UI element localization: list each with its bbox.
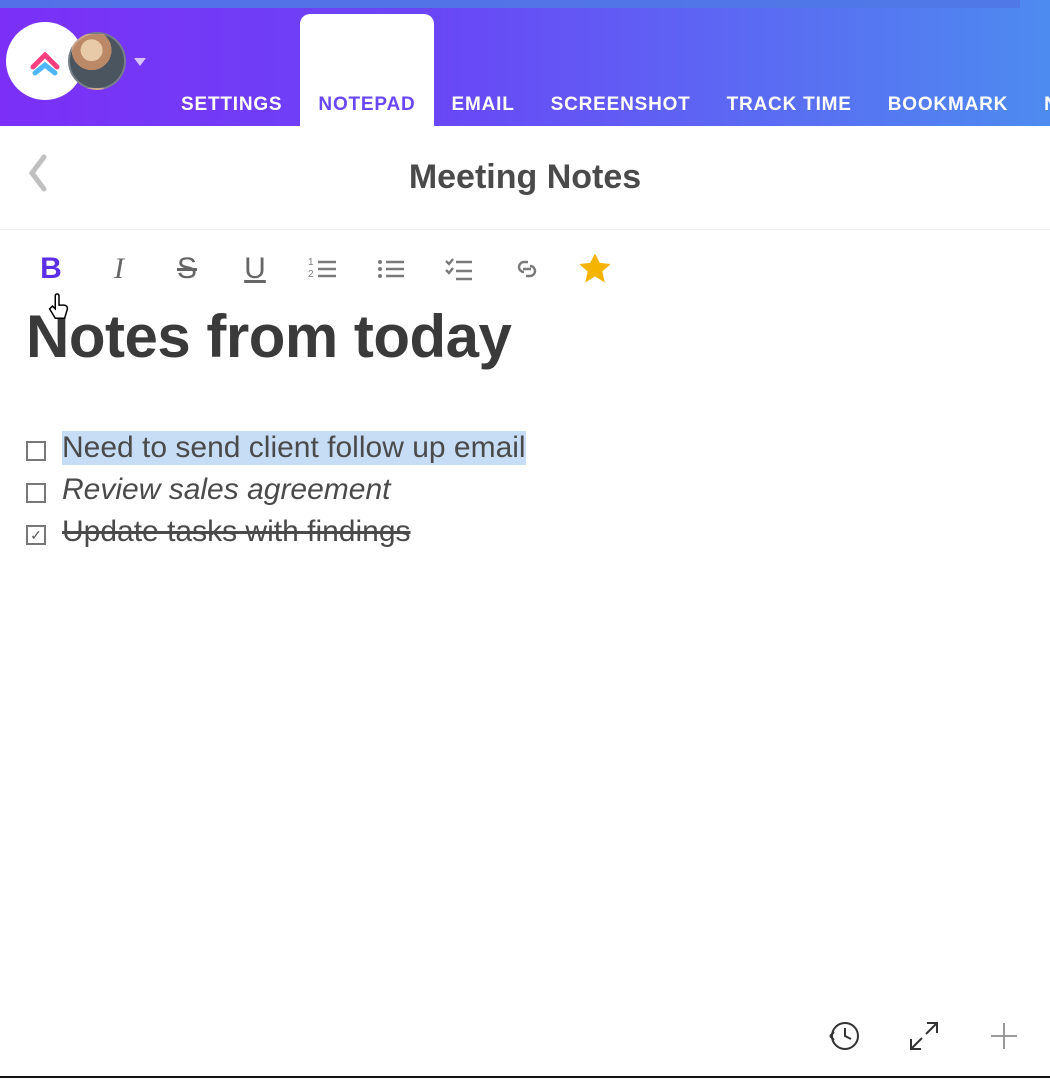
- workspace-switcher[interactable]: [0, 0, 8, 126]
- nav-tab-bookmark[interactable]: BOOKMARK: [870, 0, 1026, 126]
- user-avatar[interactable]: [68, 32, 126, 90]
- format-toolbar: B I S U 12: [0, 230, 1050, 296]
- expand-button[interactable]: [904, 1016, 944, 1056]
- checkbox-icon[interactable]: [26, 441, 46, 461]
- nav-tab-email[interactable]: EMAIL: [434, 0, 533, 126]
- bold-button[interactable]: B: [34, 252, 68, 286]
- nav-label: TRACK TIME: [727, 94, 852, 116]
- checklist-item[interactable]: Update tasks with findings: [26, 515, 1024, 549]
- note-heading[interactable]: Notes from today: [26, 302, 1024, 371]
- checklist: Need to send client follow up email Revi…: [26, 431, 1024, 549]
- nav-tab-track-time[interactable]: TRACK TIME: [709, 0, 870, 126]
- favorite-star-button[interactable]: [578, 252, 612, 286]
- nav-label: SETTINGS: [181, 94, 282, 116]
- nav-tab-screenshot[interactable]: SCREENSHOT: [533, 0, 709, 126]
- unordered-list-button[interactable]: [374, 252, 408, 286]
- underline-button[interactable]: U: [238, 252, 272, 286]
- nav-tab-new-task[interactable]: NEW TASK: [1026, 0, 1050, 126]
- checklist-text[interactable]: Need to send client follow up email: [62, 431, 526, 465]
- nav-tab-settings[interactable]: SETTINGS: [163, 0, 300, 126]
- ordered-list-button[interactable]: 12: [306, 252, 340, 286]
- history-button[interactable]: [824, 1016, 864, 1056]
- svg-text:1: 1: [308, 257, 314, 268]
- bottom-border: [0, 1076, 1050, 1078]
- nav-label: NEW TASK: [1044, 94, 1050, 116]
- nav-label: EMAIL: [452, 94, 515, 116]
- italic-button[interactable]: I: [102, 252, 136, 286]
- checkbox-icon[interactable]: [26, 525, 46, 545]
- nav-label: NOTEPAD: [318, 94, 415, 116]
- nav-tab-notepad[interactable]: NOTEPAD: [300, 14, 433, 126]
- nav-label: BOOKMARK: [888, 94, 1008, 116]
- page-title: Meeting Notes: [0, 158, 1050, 197]
- checklist-item[interactable]: Need to send client follow up email: [26, 431, 1024, 465]
- checklist-text[interactable]: Update tasks with findings: [62, 515, 411, 549]
- checklist-text[interactable]: Review sales agreement: [62, 473, 391, 507]
- back-button[interactable]: [24, 153, 52, 203]
- top-nav: SETTINGS NOTEPAD EMAIL SCREENSHOT TRACK: [0, 0, 1050, 126]
- checkbox-icon[interactable]: [26, 483, 46, 503]
- checklist-button[interactable]: [442, 252, 476, 286]
- add-button[interactable]: [984, 1016, 1024, 1056]
- chevron-down-icon: [134, 58, 146, 66]
- nav-tabs: SETTINGS NOTEPAD EMAIL SCREENSHOT TRACK: [163, 0, 1050, 126]
- strikethrough-button[interactable]: S: [170, 252, 204, 286]
- checklist-item[interactable]: Review sales agreement: [26, 473, 1024, 507]
- nav-label: SCREENSHOT: [551, 94, 691, 116]
- svg-text:2: 2: [308, 269, 314, 280]
- note-footer: [824, 1016, 1024, 1056]
- link-button[interactable]: [510, 252, 544, 286]
- note-body[interactable]: Notes from today Need to send client fol…: [0, 302, 1050, 549]
- note-header: Meeting Notes: [0, 126, 1050, 230]
